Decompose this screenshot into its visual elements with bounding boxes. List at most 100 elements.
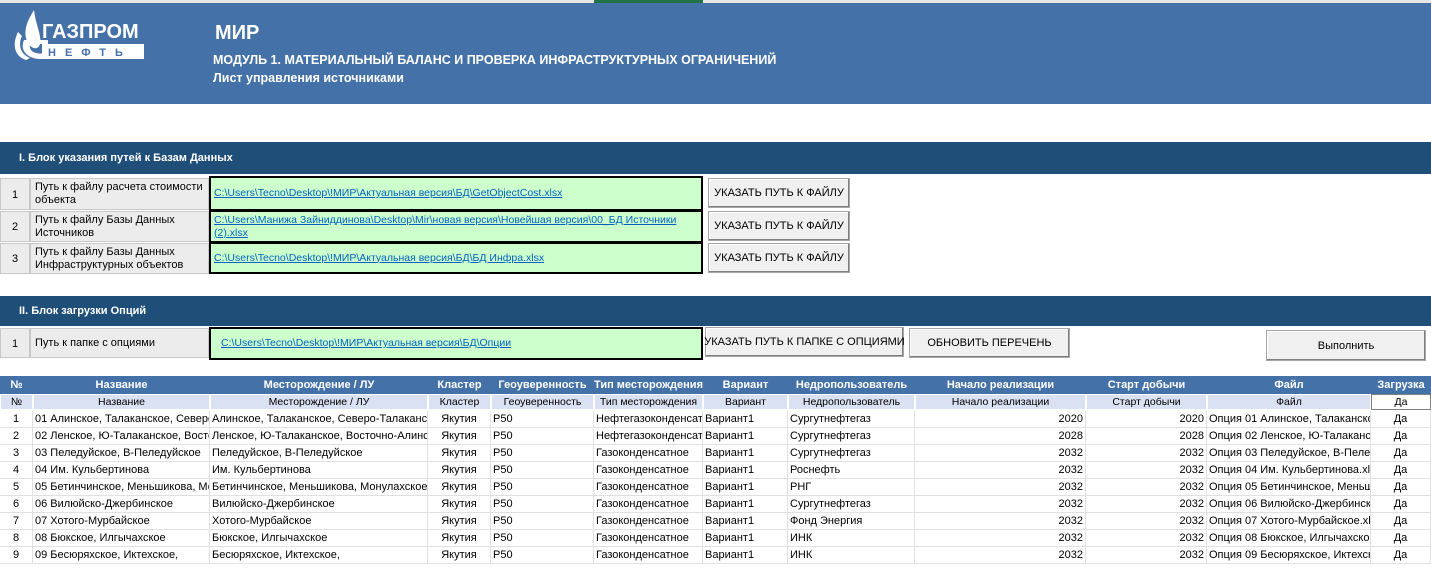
section-db-paths-title: I. Блок указания путей к Базам Данных (0, 142, 1431, 174)
col-name-header: Название (95, 379, 148, 391)
row-number: 2 (0, 211, 30, 242)
col-field-cell: Бюкское, Илгычахское (210, 530, 428, 547)
col-name-cell: 06 Вилюйско-Джербинское (33, 496, 210, 513)
col-load-cell[interactable]: Да (1371, 530, 1431, 547)
db-path-field-cost[interactable]: C:\Users\Tecno\Desktop\!МИР\Актуальная в… (209, 176, 703, 211)
col-load-cell[interactable]: Да (1371, 428, 1431, 445)
col-subsoil-user-cell: Сургутнефтегаз (788, 428, 915, 445)
col-load-cell[interactable]: Да (1371, 496, 1431, 513)
col-subsoil-user-cell: Сургутнефтегаз (788, 411, 915, 428)
col-variant-cell: Вариант1 (703, 445, 788, 462)
col-start-production-cell: 2032 (1086, 513, 1207, 530)
col-name-cell: 07 Хотого-Мурбайское (33, 513, 210, 530)
db-path-field-sources[interactable]: C:\Users\Манижа Зайниддинова\Desktop\Mir… (209, 210, 703, 243)
col-field-filter[interactable]: Месторождение / ЛУ (210, 394, 428, 410)
db-path-link[interactable]: C:\Users\Tecno\Desktop\!МИР\Актуальная в… (214, 252, 544, 265)
col-variant-cell: Вариант1 (703, 479, 788, 496)
run-button[interactable]: Выполнить (1266, 330, 1426, 361)
col-geo-confidence-cell: P50 (491, 462, 594, 479)
db-path-label: Путь к файлу Базы Данных Инфраструктурны… (30, 243, 209, 274)
col-subsoil-user-filter[interactable]: Недропользователь (788, 394, 915, 410)
col-name-cell: 04 Им. Кульбертинова (33, 462, 210, 479)
col-name-cell: 08 Бюкское, Илгычахское (33, 530, 210, 547)
col-start-implementation-cell: 2032 (915, 445, 1086, 462)
choose-options-folder-button[interactable]: УКАЗАТЬ ПУТЬ К ПАПКЕ С ОПЦИЯМИ (704, 327, 905, 357)
col-number-filter[interactable]: № (0, 394, 33, 410)
col-load-filter[interactable]: Да (1371, 394, 1431, 410)
col-variant-cell: Вариант1 (703, 530, 788, 547)
options-table-header: № Название Месторождение / ЛУ Кластер Геоуве… (0, 376, 1431, 394)
col-cluster-cell: Якутия (428, 445, 491, 462)
col-load-header: Загрузка (1377, 379, 1425, 391)
choose-file-button-infra[interactable]: УКАЗАТЬ ПУТЬ К ФАЙЛУ (708, 243, 850, 273)
gazprom-neft-logo: ГАЗПРОМ НЕФТЬ (4, 4, 146, 64)
col-file-cell: Опция 04 Им. Кульбертинова.xlsx (1207, 462, 1371, 479)
col-geo-confidence-filter[interactable]: Геоуверенность (491, 394, 594, 410)
col-start-production-cell: 2028 (1086, 428, 1207, 445)
table-row[interactable]: 202 Ленское, Ю-Талаканское, Восточно-Али… (0, 428, 1431, 445)
col-file-cell: Опция 05 Бетинчинское, Меньшикова (1207, 479, 1371, 496)
col-cluster-header: Кластер (437, 379, 482, 391)
options-folder-link[interactable]: C:\Users\Tecno\Desktop\!МИР\Актуальная в… (221, 337, 511, 350)
col-variant-filter[interactable]: Вариант (703, 394, 788, 410)
col-geo-confidence-cell: P50 (491, 547, 594, 564)
col-subsoil-user-cell: Фонд Энергия (788, 513, 915, 530)
col-file-cell: Опция 03 Пеледуйское, В-Пеледуйское (1207, 445, 1371, 462)
db-path-field-infra[interactable]: C:\Users\Tecno\Desktop\!МИР\Актуальная в… (209, 242, 703, 274)
table-row[interactable]: 101 Алинское, Талаканское, Северо-Талака… (0, 411, 1431, 428)
col-number-cell: 7 (0, 513, 33, 530)
options-folder-field[interactable]: C:\Users\Tecno\Desktop\!МИР\Актуальная в… (209, 327, 703, 360)
col-field-cell: Бесюряхское, Иктехское, (210, 547, 428, 564)
choose-file-button-cost[interactable]: УКАЗАТЬ ПУТЬ К ФАЙЛУ (708, 178, 850, 208)
col-subsoil-user-cell: РНГ (788, 479, 915, 496)
col-start-production-cell: 2032 (1086, 547, 1207, 564)
col-cluster-cell: Якутия (428, 411, 491, 428)
col-field-cell: Вилюйско-Джербинское (210, 496, 428, 513)
table-row[interactable]: 505 Бетинчинское, Меньшикова, Монулахско… (0, 479, 1431, 496)
col-file-cell: Опция 09 Бесюряхское, Иктехское (1207, 547, 1371, 564)
col-file-filter[interactable]: Файл (1207, 394, 1371, 410)
col-cluster-cell: Якутия (428, 513, 491, 530)
col-load-cell[interactable]: Да (1371, 479, 1431, 496)
col-start-production-cell: 2032 (1086, 496, 1207, 513)
col-field-cell: Им. Кульбертинова (210, 462, 428, 479)
table-row[interactable]: 8 08 Бюкское, Илгычахское Бюкское, Илгычах… (0, 530, 1431, 547)
table-row[interactable]: 9 09 Бесюряхское, Иктехское, Бесюряхское, … (0, 547, 1431, 564)
refresh-list-button[interactable]: ОБНОВИТЬ ПЕРЕЧЕНЬ (909, 328, 1070, 358)
col-subsoil-user-header: Недропользователь (795, 379, 908, 391)
col-start-implementation-filter[interactable]: Начало реализации (915, 394, 1086, 410)
col-subsoil-user-cell: Роснефть (788, 462, 915, 479)
col-number-cell: 6 (0, 496, 33, 513)
col-cluster-filter[interactable]: Кластер (428, 394, 491, 410)
col-load-cell[interactable]: Да (1371, 445, 1431, 462)
col-number-header: № (10, 379, 23, 391)
col-geo-confidence-cell: P50 (491, 479, 594, 496)
col-start-implementation-cell: 2032 (915, 479, 1086, 496)
sheet-subtitle: Лист управления источниками (213, 71, 404, 85)
col-geo-confidence-cell: P50 (491, 428, 594, 445)
col-variant-cell: Вариант1 (703, 496, 788, 513)
table-row[interactable]: 4 04 Им. Кульбертинова Им. Кульбертинова Як… (0, 462, 1431, 479)
col-load-cell[interactable]: Да (1371, 547, 1431, 564)
col-number-cell: 3 (0, 445, 33, 462)
db-path-link[interactable]: C:\Users\Манижа Зайниддинова\Desktop\Mir… (214, 214, 701, 240)
col-load-cell[interactable]: Да (1371, 411, 1431, 428)
col-cluster-cell: Якутия (428, 496, 491, 513)
db-path-link[interactable]: C:\Users\Tecno\Desktop\!МИР\Актуальная в… (214, 187, 562, 200)
col-name-filter[interactable]: Название (33, 394, 210, 410)
col-field-cell: Алинское, Талаканское, Северо-Талаканско… (210, 411, 428, 428)
col-load-cell[interactable]: Да (1371, 462, 1431, 479)
col-variant-cell: Вариант1 (703, 547, 788, 564)
col-load-cell[interactable]: Да (1371, 513, 1431, 530)
choose-file-button-sources[interactable]: УКАЗАТЬ ПУТЬ К ФАЙЛУ (708, 211, 850, 241)
table-row[interactable]: 7 07 Хотого-Мурбайское Хотого-Мурбайское Як… (0, 513, 1431, 530)
col-field-type-cell: Газоконденсатное (594, 462, 703, 479)
table-row[interactable]: 3 03 Пеледуйское, В-Пеледуйское Пеледуйско… (0, 445, 1431, 462)
col-field-header: Месторождение / ЛУ (263, 379, 375, 391)
col-start-production-filter[interactable]: Старт добычи (1086, 394, 1207, 410)
col-subsoil-user-cell: ИНК (788, 530, 915, 547)
row-number: 1 (0, 328, 30, 358)
table-row[interactable]: 6 06 Вилюйско-Джербинское Вилюйско-Джербин… (0, 496, 1431, 513)
col-field-type-cell: Газоконденсатное (594, 513, 703, 530)
col-field-type-filter[interactable]: Тип месторождения (594, 394, 703, 410)
